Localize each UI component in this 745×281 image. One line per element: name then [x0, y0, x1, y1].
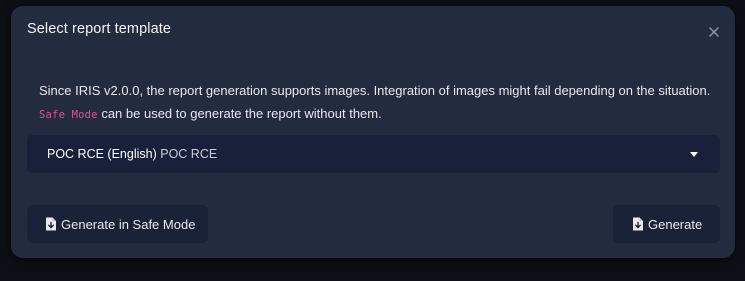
generate-button[interactable]: Generate — [613, 205, 720, 243]
template-description: POC RCE — [160, 147, 218, 161]
file-download-icon — [632, 217, 644, 231]
message-line-1: Since IRIS v2.0.0, the report generation… — [39, 83, 711, 98]
safe-mode-code: Safe Mode — [39, 109, 98, 121]
caret-down-icon — [690, 152, 698, 157]
modal-message: Since IRIS v2.0.0, the report generation… — [39, 79, 729, 127]
generate-safe-mode-button[interactable]: Generate in Safe Mode — [27, 205, 208, 243]
template-name: POC RCE (English) — [47, 147, 157, 161]
close-icon — [707, 25, 721, 39]
close-button[interactable] — [707, 25, 721, 39]
message-line-2-text: can be used to generate the report witho… — [97, 106, 382, 121]
message-line-2: Safe Mode can be used to generate the re… — [39, 102, 729, 127]
modal-title: Select report template — [27, 21, 172, 37]
template-select[interactable]: POC RCE (English) POC RCE — [27, 135, 720, 173]
file-download-icon — [45, 217, 57, 231]
generate-label: Generate — [648, 216, 703, 232]
template-select-value: POC RCE (English) POC RCE — [47, 147, 217, 161]
report-template-modal: Select report template Since IRIS v2.0.0… — [11, 6, 735, 258]
generate-safe-mode-label: Generate in Safe Mode — [61, 216, 196, 232]
